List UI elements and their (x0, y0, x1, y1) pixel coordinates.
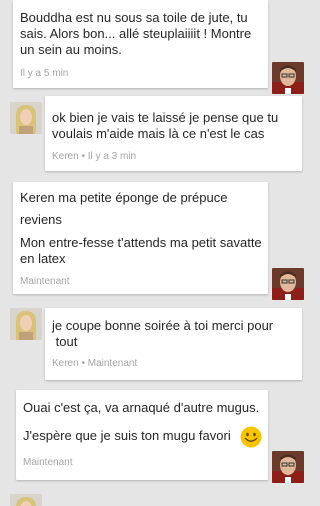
message-text: Ouai c'est ça, va arnaqué d'autre mugus. (23, 400, 260, 415)
message-text: Keren ma petite éponge de prépuce (20, 190, 228, 205)
message-text: Bouddha est nu sous sa toile de jute, tu (20, 10, 248, 25)
message-text: sais. Alors bon... allé steuplaiiiit ! M… (20, 26, 252, 41)
blonde-woman-avatar[interactable] (10, 308, 42, 340)
message-bubble-incoming: ok bien je vais te laissé je pense que t… (45, 96, 302, 171)
message-text: Mon entre-fesse t'attends ma petit savat… (20, 235, 262, 250)
message-text: en latex (20, 251, 66, 266)
message-text: voulais m'aide mais là ce n'est le cas (52, 126, 265, 141)
message-sender-time: Keren • Maintenant (52, 358, 138, 369)
message-timestamp: Il y a 5 min (20, 68, 69, 79)
message-timestamp: Maintenant (23, 457, 73, 468)
message-bubble-outgoing: Keren ma petite éponge de prépuce revien… (13, 182, 268, 294)
message-text: tout (52, 334, 78, 349)
man-portrait-avatar[interactable] (272, 62, 304, 94)
message-text: un sein au moins. (20, 42, 122, 57)
message-text: reviens (20, 212, 62, 227)
message-bubble-incoming: je coupe bonne soirée à toi merci pour t… (45, 308, 302, 380)
man-portrait-avatar[interactable] (272, 451, 304, 483)
message-bubble-outgoing: Ouai c'est ça, va arnaqué d'autre mugus.… (16, 390, 268, 480)
blonde-woman-avatar[interactable] (10, 102, 42, 134)
message-text: J'espère que je suis ton mugu favori (23, 428, 231, 443)
message-text: ok bien je vais te laissé je pense que t… (52, 110, 279, 125)
blonde-woman-avatar[interactable] (10, 494, 42, 506)
smiley-emoji (240, 426, 262, 448)
message-bubble-outgoing: Bouddha est nu sous sa toile de jute, tu… (13, 0, 268, 88)
man-portrait-avatar[interactable] (272, 268, 304, 300)
message-timestamp: Maintenant (20, 276, 70, 287)
conversation-thread: Bouddha est nu sous sa toile de jute, tu… (0, 0, 311, 506)
message-text: je coupe bonne soirée à toi merci pour (52, 318, 274, 333)
message-sender-time: Keren • Il y a 3 min (52, 151, 137, 162)
